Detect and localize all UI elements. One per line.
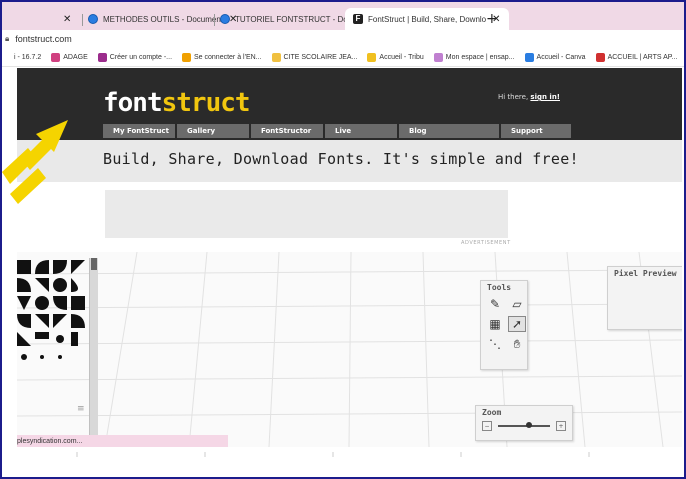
bookmark-favicon-icon	[433, 52, 443, 62]
tools-title: Tools	[487, 283, 512, 292]
bookmark-favicon-icon	[271, 52, 281, 62]
bookmark-label: Se connecter à l'EN...	[194, 53, 262, 61]
tab-partial[interactable]: ✕	[57, 8, 71, 30]
tab-fontstruct[interactable]: F FontStruct | Build, Share, Downlo ✕	[345, 8, 509, 30]
sign-in-link[interactable]: sign in!	[530, 93, 560, 101]
bookmark-item[interactable]: Créer un compte -...	[97, 52, 173, 62]
url-text: fontstruct.com	[15, 34, 72, 44]
bookmark-favicon-icon	[595, 52, 605, 62]
pixel-preview-title: Pixel Preview	[614, 269, 677, 278]
nav-label: FontStructor	[261, 127, 312, 135]
browser-tab-bar: ✕ METHODES OUTILS - Document ✕ TUTORIEL …	[2, 2, 684, 30]
bookmark-item[interactable]: CITE SCOLAIRE JEA...	[271, 52, 358, 62]
tab-separator	[214, 14, 215, 26]
nav-label: Gallery	[187, 127, 216, 135]
bookmark-label: Accueil - Tribu	[379, 53, 424, 61]
brick-palette[interactable]	[17, 260, 87, 410]
bookmark-item[interactable]: Accueil - Canva	[524, 52, 586, 62]
nav-label: My FontStruct	[113, 127, 169, 135]
bookmarks-bar: i - 16.7.2 ADAGE Créer un compte -... Se co…	[2, 48, 684, 67]
bookmark-item[interactable]: Mon espace | ensap...	[433, 52, 515, 62]
palette-scrollbar[interactable]	[89, 258, 98, 443]
bookmark-favicon-icon	[97, 52, 107, 62]
address-bar[interactable]: 🔒︎ fontstruct.com	[2, 30, 684, 48]
bottom-ruler	[76, 452, 590, 457]
greeting-text: Hi there,	[498, 93, 529, 101]
zoom-out-icon[interactable]: −	[482, 421, 492, 431]
bookmark-label: CITE SCOLAIRE JEA...	[283, 53, 358, 61]
tagline-band: Build, Share, Download Fonts. It's simpl…	[17, 140, 682, 182]
zoom-panel: Zoom − +	[475, 405, 573, 441]
bookmark-label: i - 16.7.2	[14, 53, 42, 61]
close-icon[interactable]: ✕	[63, 14, 71, 25]
greeting: Hi there, sign in!	[498, 93, 560, 101]
bookmark-item[interactable]: i - 16.7.2	[2, 52, 42, 62]
pixel-preview-panel: Pixel Preview	[607, 266, 682, 330]
bookmark-item[interactable]: ACCUEIL | ARTS AP...	[595, 52, 678, 62]
docs-icon	[220, 14, 230, 24]
bookmark-favicon-icon	[51, 52, 61, 62]
status-text: plesyndication.com...	[17, 437, 83, 445]
new-tab-button[interactable]: +	[486, 11, 498, 27]
eraser-tool-icon[interactable]: ▱	[508, 296, 526, 312]
ad-label: ADVERTISEMENT	[461, 240, 511, 246]
fontstruct-favicon-icon: F	[353, 14, 363, 24]
nav-label: Blog	[409, 127, 427, 135]
nav-support[interactable]: Support	[501, 124, 571, 138]
logo-part-font: font	[103, 88, 163, 118]
bookmark-item[interactable]: Accueil - Tribu	[367, 52, 424, 62]
site-header: fontstruct Hi there, sign in! My FontStr…	[17, 68, 682, 140]
tab-label: TUTORIEL FONTSTRUCT - Docum	[235, 14, 363, 24]
hand-tool-icon[interactable]: ✋︎	[508, 336, 526, 352]
bookmark-item[interactable]: Se connecter à l'EN...	[182, 52, 262, 62]
bookmark-item[interactable]: ADAGE	[51, 52, 88, 62]
tab-separator	[82, 14, 83, 26]
palette-menu-icon[interactable]: ≡	[77, 404, 85, 414]
nav-live[interactable]: Live	[325, 124, 397, 138]
tab-label: FontStruct | Build, Share, Downlo	[368, 14, 487, 24]
nav-my-fontstruct[interactable]: My FontStruct	[103, 124, 175, 138]
logo-part-struct: struct	[161, 88, 251, 118]
editor-grid[interactable]	[17, 252, 682, 447]
yellow-arrow-annotation-icon	[2, 120, 68, 204]
tools-panel: Tools ✎ ▱ ▦ ➚ ⋱ ✋︎	[480, 280, 528, 370]
bookmark-favicon-icon	[524, 52, 534, 62]
nav-blog[interactable]: Blog	[399, 124, 499, 138]
zoom-title: Zoom	[482, 408, 502, 417]
bookmark-label: ACCUEIL | ARTS AP...	[607, 53, 678, 61]
zoom-slider-knob[interactable]	[526, 422, 532, 428]
grid-fill-tool-icon[interactable]: ▦	[486, 316, 504, 332]
docs-icon	[88, 14, 98, 24]
bookmark-label: Créer un compte -...	[109, 53, 173, 61]
fontstruct-logo[interactable]: fontstruct	[103, 88, 251, 118]
bookmark-favicon-icon	[2, 52, 11, 62]
screenshot-frame: ✕ METHODES OUTILS - Document ✕ TUTORIEL …	[0, 0, 686, 479]
fontstructor-editor[interactable]: ≡ Tools ✎ ▱ ▦ ➚ ⋱ ✋︎ Pixel Preview Zoom …	[17, 252, 682, 447]
nav-label: Support	[511, 127, 543, 135]
lock-icon: 🔒︎	[5, 34, 10, 43]
bookmark-label: ADAGE	[63, 53, 88, 61]
zoom-in-icon[interactable]: +	[556, 421, 566, 431]
bookmark-favicon-icon	[367, 52, 377, 62]
nav-gallery[interactable]: Gallery	[177, 124, 249, 138]
bookmark-favicon-icon	[182, 52, 192, 62]
pencil-tool-icon[interactable]: ✎	[486, 296, 504, 312]
select-arrow-tool-icon[interactable]: ➚	[508, 316, 526, 332]
tab-label: METHODES OUTILS - Document	[103, 14, 224, 24]
palette-scroll-thumb[interactable]	[91, 258, 97, 270]
status-url-bubble: plesyndication.com...	[17, 435, 228, 447]
tab-methodes[interactable]: METHODES OUTILS - Document ✕	[88, 8, 237, 30]
nav-label: Live	[335, 127, 352, 135]
tagline: Build, Share, Download Fonts. It's simpl…	[103, 150, 579, 168]
ad-slot	[105, 190, 508, 238]
bookmark-label: Accueil - Canva	[536, 53, 586, 61]
zoom-slider[interactable]	[498, 422, 550, 428]
main-nav: My FontStruct Gallery FontStructor Live …	[103, 124, 573, 138]
line-tool-icon[interactable]: ⋱	[486, 336, 504, 352]
bookmark-label: Mon espace | ensap...	[445, 53, 515, 61]
nav-fontstructor[interactable]: FontStructor	[251, 124, 323, 138]
